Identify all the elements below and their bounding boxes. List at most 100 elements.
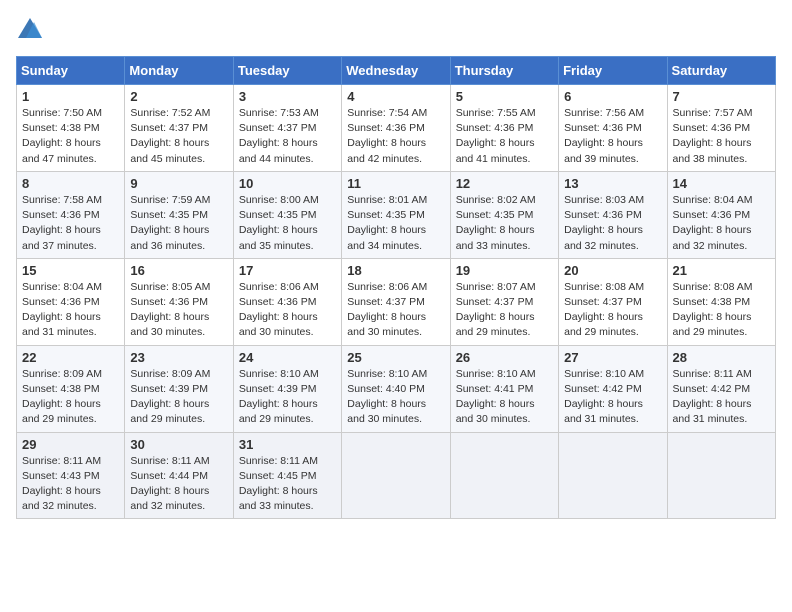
calendar-cell: 24 Sunrise: 8:10 AM Sunset: 4:39 PM Dayl… [233, 345, 341, 432]
day-info: Sunrise: 7:55 AM Sunset: 4:36 PM Dayligh… [456, 106, 553, 167]
day-number: 9 [130, 176, 227, 191]
day-number: 19 [456, 263, 553, 278]
calendar-cell: 15 Sunrise: 8:04 AM Sunset: 4:36 PM Dayl… [17, 258, 125, 345]
day-info: Sunrise: 8:04 AM Sunset: 4:36 PM Dayligh… [22, 280, 119, 341]
day-info: Sunrise: 8:11 AM Sunset: 4:44 PM Dayligh… [130, 454, 227, 515]
header-day-tuesday: Tuesday [233, 57, 341, 85]
calendar-cell: 13 Sunrise: 8:03 AM Sunset: 4:36 PM Dayl… [559, 171, 667, 258]
calendar-cell [667, 432, 775, 519]
day-number: 13 [564, 176, 661, 191]
day-info: Sunrise: 8:01 AM Sunset: 4:35 PM Dayligh… [347, 193, 444, 254]
calendar-cell: 10 Sunrise: 8:00 AM Sunset: 4:35 PM Dayl… [233, 171, 341, 258]
calendar-cell [450, 432, 558, 519]
day-number: 17 [239, 263, 336, 278]
day-number: 16 [130, 263, 227, 278]
day-info: Sunrise: 8:04 AM Sunset: 4:36 PM Dayligh… [673, 193, 770, 254]
day-info: Sunrise: 7:54 AM Sunset: 4:36 PM Dayligh… [347, 106, 444, 167]
header-day-saturday: Saturday [667, 57, 775, 85]
calendar-cell: 6 Sunrise: 7:56 AM Sunset: 4:36 PM Dayli… [559, 85, 667, 172]
day-info: Sunrise: 7:53 AM Sunset: 4:37 PM Dayligh… [239, 106, 336, 167]
calendar-cell: 1 Sunrise: 7:50 AM Sunset: 4:38 PM Dayli… [17, 85, 125, 172]
day-info: Sunrise: 8:09 AM Sunset: 4:39 PM Dayligh… [130, 367, 227, 428]
day-number: 1 [22, 89, 119, 104]
day-number: 7 [673, 89, 770, 104]
day-number: 3 [239, 89, 336, 104]
calendar-cell: 17 Sunrise: 8:06 AM Sunset: 4:36 PM Dayl… [233, 258, 341, 345]
day-number: 4 [347, 89, 444, 104]
logo-icon [16, 16, 44, 44]
day-number: 23 [130, 350, 227, 365]
calendar-cell: 28 Sunrise: 8:11 AM Sunset: 4:42 PM Dayl… [667, 345, 775, 432]
day-info: Sunrise: 8:07 AM Sunset: 4:37 PM Dayligh… [456, 280, 553, 341]
calendar-cell: 26 Sunrise: 8:10 AM Sunset: 4:41 PM Dayl… [450, 345, 558, 432]
calendar-cell: 8 Sunrise: 7:58 AM Sunset: 4:36 PM Dayli… [17, 171, 125, 258]
day-number: 25 [347, 350, 444, 365]
day-info: Sunrise: 8:06 AM Sunset: 4:37 PM Dayligh… [347, 280, 444, 341]
week-row-1: 1 Sunrise: 7:50 AM Sunset: 4:38 PM Dayli… [17, 85, 776, 172]
calendar-cell: 16 Sunrise: 8:05 AM Sunset: 4:36 PM Dayl… [125, 258, 233, 345]
calendar-cell: 23 Sunrise: 8:09 AM Sunset: 4:39 PM Dayl… [125, 345, 233, 432]
calendar-table: SundayMondayTuesdayWednesdayThursdayFrid… [16, 56, 776, 519]
day-number: 28 [673, 350, 770, 365]
day-info: Sunrise: 8:09 AM Sunset: 4:38 PM Dayligh… [22, 367, 119, 428]
day-info: Sunrise: 8:11 AM Sunset: 4:45 PM Dayligh… [239, 454, 336, 515]
calendar-cell: 25 Sunrise: 8:10 AM Sunset: 4:40 PM Dayl… [342, 345, 450, 432]
calendar-cell: 9 Sunrise: 7:59 AM Sunset: 4:35 PM Dayli… [125, 171, 233, 258]
day-info: Sunrise: 8:05 AM Sunset: 4:36 PM Dayligh… [130, 280, 227, 341]
day-number: 24 [239, 350, 336, 365]
calendar-cell: 31 Sunrise: 8:11 AM Sunset: 4:45 PM Dayl… [233, 432, 341, 519]
calendar-cell: 4 Sunrise: 7:54 AM Sunset: 4:36 PM Dayli… [342, 85, 450, 172]
header-day-monday: Monday [125, 57, 233, 85]
calendar-cell: 11 Sunrise: 8:01 AM Sunset: 4:35 PM Dayl… [342, 171, 450, 258]
calendar-cell: 22 Sunrise: 8:09 AM Sunset: 4:38 PM Dayl… [17, 345, 125, 432]
day-number: 26 [456, 350, 553, 365]
calendar-cell: 27 Sunrise: 8:10 AM Sunset: 4:42 PM Dayl… [559, 345, 667, 432]
day-info: Sunrise: 8:11 AM Sunset: 4:42 PM Dayligh… [673, 367, 770, 428]
day-info: Sunrise: 8:10 AM Sunset: 4:41 PM Dayligh… [456, 367, 553, 428]
week-row-5: 29 Sunrise: 8:11 AM Sunset: 4:43 PM Dayl… [17, 432, 776, 519]
header-day-sunday: Sunday [17, 57, 125, 85]
calendar-cell [559, 432, 667, 519]
week-row-4: 22 Sunrise: 8:09 AM Sunset: 4:38 PM Dayl… [17, 345, 776, 432]
page-header [16, 16, 776, 44]
day-info: Sunrise: 8:11 AM Sunset: 4:43 PM Dayligh… [22, 454, 119, 515]
calendar-cell: 21 Sunrise: 8:08 AM Sunset: 4:38 PM Dayl… [667, 258, 775, 345]
day-info: Sunrise: 8:08 AM Sunset: 4:37 PM Dayligh… [564, 280, 661, 341]
day-number: 22 [22, 350, 119, 365]
day-number: 21 [673, 263, 770, 278]
day-number: 11 [347, 176, 444, 191]
calendar-cell: 29 Sunrise: 8:11 AM Sunset: 4:43 PM Dayl… [17, 432, 125, 519]
day-number: 14 [673, 176, 770, 191]
day-info: Sunrise: 8:03 AM Sunset: 4:36 PM Dayligh… [564, 193, 661, 254]
calendar-cell: 12 Sunrise: 8:02 AM Sunset: 4:35 PM Dayl… [450, 171, 558, 258]
day-info: Sunrise: 7:52 AM Sunset: 4:37 PM Dayligh… [130, 106, 227, 167]
day-number: 18 [347, 263, 444, 278]
day-info: Sunrise: 8:10 AM Sunset: 4:39 PM Dayligh… [239, 367, 336, 428]
day-info: Sunrise: 8:06 AM Sunset: 4:36 PM Dayligh… [239, 280, 336, 341]
day-number: 12 [456, 176, 553, 191]
day-info: Sunrise: 7:58 AM Sunset: 4:36 PM Dayligh… [22, 193, 119, 254]
day-number: 29 [22, 437, 119, 452]
day-info: Sunrise: 8:08 AM Sunset: 4:38 PM Dayligh… [673, 280, 770, 341]
calendar-cell: 14 Sunrise: 8:04 AM Sunset: 4:36 PM Dayl… [667, 171, 775, 258]
logo [16, 16, 48, 44]
day-number: 10 [239, 176, 336, 191]
header-day-wednesday: Wednesday [342, 57, 450, 85]
header-row: SundayMondayTuesdayWednesdayThursdayFrid… [17, 57, 776, 85]
day-info: Sunrise: 7:57 AM Sunset: 4:36 PM Dayligh… [673, 106, 770, 167]
calendar-cell: 3 Sunrise: 7:53 AM Sunset: 4:37 PM Dayli… [233, 85, 341, 172]
day-number: 31 [239, 437, 336, 452]
week-row-2: 8 Sunrise: 7:58 AM Sunset: 4:36 PM Dayli… [17, 171, 776, 258]
calendar-body: 1 Sunrise: 7:50 AM Sunset: 4:38 PM Dayli… [17, 85, 776, 519]
day-number: 27 [564, 350, 661, 365]
header-day-thursday: Thursday [450, 57, 558, 85]
calendar-header: SundayMondayTuesdayWednesdayThursdayFrid… [17, 57, 776, 85]
calendar-cell: 7 Sunrise: 7:57 AM Sunset: 4:36 PM Dayli… [667, 85, 775, 172]
calendar-cell: 30 Sunrise: 8:11 AM Sunset: 4:44 PM Dayl… [125, 432, 233, 519]
day-info: Sunrise: 8:10 AM Sunset: 4:42 PM Dayligh… [564, 367, 661, 428]
day-number: 30 [130, 437, 227, 452]
day-info: Sunrise: 8:02 AM Sunset: 4:35 PM Dayligh… [456, 193, 553, 254]
day-info: Sunrise: 7:59 AM Sunset: 4:35 PM Dayligh… [130, 193, 227, 254]
calendar-cell: 2 Sunrise: 7:52 AM Sunset: 4:37 PM Dayli… [125, 85, 233, 172]
day-number: 6 [564, 89, 661, 104]
